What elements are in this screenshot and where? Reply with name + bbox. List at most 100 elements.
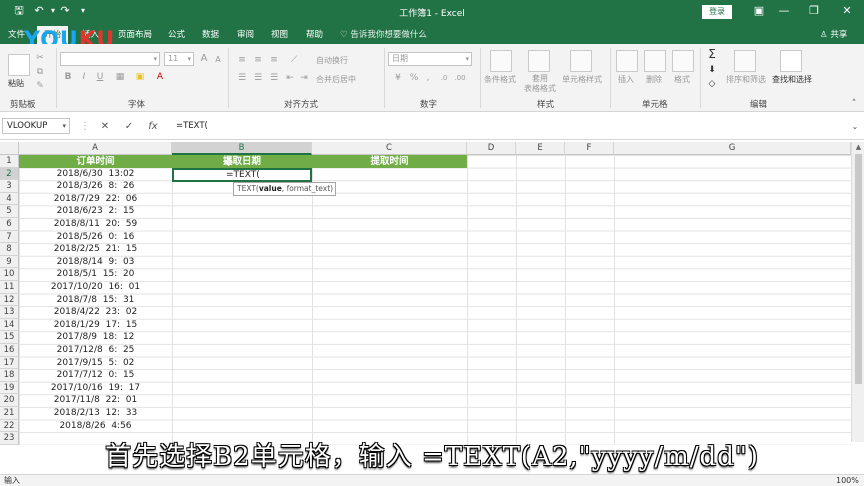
tab-help[interactable]: 帮助 [306,28,323,40]
decrease-decimal-icon[interactable]: .00 [454,72,466,84]
font-name-select[interactable]: ▾ [60,52,160,66]
font-grow-icon[interactable]: A [198,53,210,65]
sort-filter-icon[interactable] [734,50,756,72]
conditional-format-button[interactable]: 条件格式 [484,74,516,85]
row-header[interactable]: 16 [0,344,19,357]
column-header-f[interactable]: F [565,142,614,155]
align-right-icon[interactable]: ☰ [268,72,280,84]
row-header[interactable]: 18 [0,369,19,382]
fill-color-icon[interactable]: ▣ [134,71,146,83]
orientation-icon[interactable]: ⟋ [288,54,300,66]
decrease-indent-icon[interactable]: ⇤ [284,72,296,84]
row-header[interactable]: 19 [0,381,19,395]
row-header[interactable]: 9 [0,255,19,269]
row-header[interactable]: 21 [0,407,19,420]
cell-b2-active[interactable]: =TEXT( [172,168,312,182]
paste-label[interactable]: 粘贴 [8,78,24,89]
increase-indent-icon[interactable]: ⇥ [298,72,310,84]
cell-styles-button[interactable]: 单元格样式 [562,74,602,85]
fill-icon[interactable]: ⬇ [706,64,718,76]
bold-icon[interactable]: B [62,71,74,83]
tab-view[interactable]: 视图 [271,28,288,40]
order-time-cell[interactable]: 2017/8/9 18: 12 [19,331,172,344]
scroll-up-icon[interactable]: ▲ [854,143,863,151]
row-header[interactable]: 6 [0,218,19,231]
insert-function-icon[interactable]: fx [146,120,160,134]
number-format-select[interactable]: 日期 ▾ [388,52,472,66]
order-time-cell[interactable]: 2017/10/20 16: 01 [19,281,172,294]
order-time-cell[interactable]: 2018/8/14 9: 03 [19,256,172,269]
order-time-cell[interactable]: 2018/5/1 15: 20 [19,268,172,281]
align-center-icon[interactable]: ☰ [252,72,264,84]
column-header-a[interactable]: A [19,142,172,155]
font-shrink-icon[interactable]: A [212,54,224,66]
column-header-c[interactable]: C [312,142,467,155]
order-time-cell[interactable]: 2018/2/25 21: 15 [19,243,172,256]
tab-page-layout[interactable]: 页面布局 [118,28,152,40]
row-header[interactable]: 1 [0,155,19,168]
select-all-corner[interactable] [0,142,19,155]
cancel-icon[interactable]: ✕ [98,120,112,134]
tab-formulas[interactable]: 公式 [168,28,185,40]
order-time-cell[interactable]: 2018/6/30 13:02 [19,168,172,181]
row-header[interactable]: 7 [0,230,19,244]
tab-review[interactable]: 审阅 [237,28,254,40]
column-header-e[interactable]: E [516,142,565,155]
order-time-cell[interactable]: 2018/8/11 20: 59 [19,218,172,231]
align-bottom-icon[interactable]: ≡ [268,54,280,66]
enter-icon[interactable]: ✓ [122,120,136,134]
cell-a1[interactable]: 订单时间 [19,155,172,168]
restore-icon[interactable]: ❐ [805,3,823,19]
borders-icon[interactable]: ▦ [114,71,126,83]
row-header[interactable]: 10 [0,268,19,281]
align-top-icon[interactable]: ≡ [236,54,248,66]
name-box[interactable]: VLOOKUP ▾ [2,118,70,134]
column-header-g[interactable]: G [614,142,851,155]
row-header[interactable]: 2 [0,167,19,181]
align-middle-icon[interactable]: ≡ [252,54,264,66]
font-size-select[interactable]: 11 ▾ [164,52,194,66]
vertical-scrollbar[interactable]: ▲ [851,142,864,442]
cell-b1[interactable]: 提取日期 [172,155,312,168]
order-time-cell[interactable]: 2017/11/8 22: 01 [19,394,172,407]
font-color-icon[interactable]: A [154,71,166,83]
order-time-cell[interactable]: 2017/10/16 19: 17 [19,382,172,395]
conditional-format-icon[interactable] [490,50,512,72]
row-header[interactable]: 3 [0,180,19,193]
find-select-button[interactable]: 查找和选择 [772,74,812,85]
row-header[interactable]: 4 [0,192,19,206]
row-header[interactable]: 20 [0,394,19,407]
clear-icon[interactable]: ◇ [706,78,718,90]
order-time-cell[interactable]: 2017/9/15 5: 02 [19,357,172,370]
column-header-d[interactable]: D [467,142,516,155]
format-cells-icon[interactable] [672,50,694,72]
tell-me-search[interactable]: ♡ 告诉我你想要做什么 [340,28,427,40]
delete-cells-button[interactable]: 删除 [646,74,662,85]
order-time-cell[interactable]: 2018/2/13 12: 33 [19,407,172,420]
order-time-cell[interactable]: 2018/6/23 2: 15 [19,205,172,218]
order-time-cell[interactable]: 2017/7/12 0: 15 [19,369,172,382]
paste-icon[interactable] [8,54,30,76]
align-left-icon[interactable]: ☰ [236,72,248,84]
scroll-thumb[interactable] [855,154,862,384]
format-as-table-button[interactable]: 套用 表格格式 [524,74,556,94]
underline-icon[interactable]: U [94,71,106,83]
formula-input[interactable]: =TEXT( [172,118,852,134]
wrap-text-button[interactable]: 自动换行 [316,55,348,66]
order-time-cell[interactable]: 2018/1/29 17: 15 [19,319,172,332]
copy-icon[interactable]: ⧉ [34,66,46,78]
order-time-cell[interactable]: 2018/4/22 23: 02 [19,306,172,319]
tab-data[interactable]: 数据 [202,28,219,40]
delete-cells-icon[interactable] [644,50,666,72]
autosum-icon[interactable]: Σ [706,48,718,60]
close-icon[interactable]: ✕ [838,3,856,19]
row-header[interactable]: 8 [0,243,19,256]
share-button[interactable]: ♙ 共享 [820,28,847,40]
expand-formula-bar-icon[interactable]: ⌄ [848,120,862,134]
format-as-table-icon[interactable] [528,50,550,72]
ribbon-display-options-icon[interactable]: ▣ [750,3,768,19]
collapse-ribbon-icon[interactable]: ˄ [848,98,860,110]
minimize-icon[interactable]: — [775,3,793,19]
sort-filter-button[interactable]: 排序和筛选 [726,74,766,85]
row-header[interactable]: 13 [0,306,19,319]
